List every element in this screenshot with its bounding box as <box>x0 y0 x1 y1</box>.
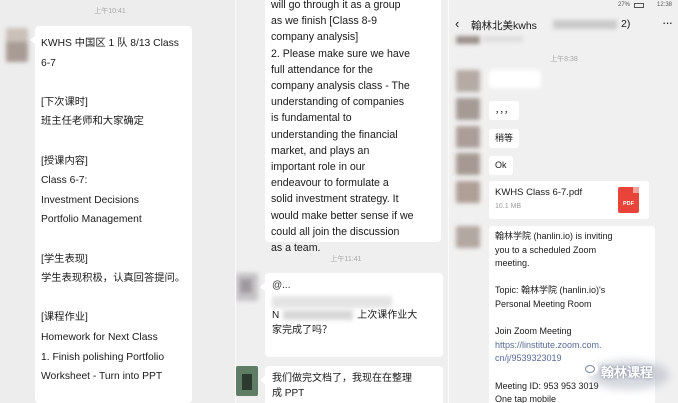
message-line: 家完成了吗？ <box>272 325 332 336</box>
blurred-text <box>483 36 523 42</box>
chat-title-bar: ‹ 翰林北美kwhs 2) ··· <box>449 12 678 36</box>
message-line: KWHS 中国区 1 队 8/13 Class <box>41 38 179 49</box>
message-bubble[interactable]: 我们做完文档了，我现在在整理成 PPT <box>260 366 443 403</box>
message-timestamp: 上午10:41 <box>94 8 126 15</box>
avatar[interactable] <box>456 70 480 92</box>
blurred-message <box>489 70 541 88</box>
avatar[interactable] <box>456 36 480 44</box>
avatar[interactable] <box>236 366 258 396</box>
member-count: 2) <box>621 18 631 30</box>
message-line: endeavour to formulate a <box>271 177 389 190</box>
message-line: Personal Meeting Room <box>495 298 592 309</box>
message-line: N 上次课作业大 <box>272 310 418 321</box>
message-line: full attendance for the <box>271 63 373 76</box>
message-line: 学生表现积极，认真回答提问。 <box>41 273 186 285</box>
mention-text[interactable]: @... <box>272 278 436 293</box>
message-line: [下次课时] <box>41 96 88 108</box>
message-line: Class 6-7: <box>41 175 88 187</box>
message-line: 1. Finish polishing Portfolio <box>41 351 165 363</box>
message-line: meeting. <box>495 258 530 269</box>
message-line: as we finish [Class 8-9 <box>271 15 377 28</box>
battery-icon <box>634 3 644 8</box>
avatar[interactable] <box>456 98 480 120</box>
message-line: [课程作业] <box>41 312 88 324</box>
message-line: market, and plays an <box>271 144 370 157</box>
wechat-icon <box>582 362 598 376</box>
file-name: KWHS Class 6-7.pdf <box>495 187 583 198</box>
avatar[interactable] <box>456 153 480 175</box>
message-line: you to a scheduled Zoom <box>495 244 597 255</box>
blurred-title <box>553 20 617 29</box>
message-line: important role in our <box>271 161 366 174</box>
message-line: Join Zoom Meeting <box>495 326 572 337</box>
message-bubble[interactable]: Ok <box>489 156 513 176</box>
message-line: is fundamental to <box>271 112 352 125</box>
message-line: Investment Decisions <box>41 194 139 206</box>
message-line: 班主任老师和大家确定 <box>41 116 144 128</box>
avatar[interactable] <box>6 28 28 62</box>
message-line: Topic: 翰林学院 (hanlin.io)'s <box>495 285 606 296</box>
message-line: would make better sense if we <box>271 209 414 222</box>
message-bubble[interactable]: ，，， <box>489 101 520 121</box>
message-line: understanding of companies <box>271 96 405 109</box>
status-time: 12:38 <box>656 2 672 8</box>
message-line: [学生表现] <box>41 253 88 265</box>
message-line: Worksheet - Turn into PPT <box>41 371 163 383</box>
avatar[interactable] <box>236 273 258 301</box>
message-line: 翰林学院 (hanlin.io) is inviting <box>495 231 613 241</box>
message-line: understanding the financial <box>271 128 398 141</box>
message-line: company analysis] <box>271 31 359 44</box>
zoom-link[interactable]: https://linstitute.zoom.com. <box>495 339 649 353</box>
message-line: 成 PPT <box>272 388 305 399</box>
back-arrow-icon[interactable]: ‹ <box>455 16 459 31</box>
message-line: Portfolio Management <box>41 214 142 226</box>
message-line: One tap mobile <box>495 394 557 403</box>
chat-title: 翰林北美kwhs <box>471 20 537 32</box>
pdf-icon: PDF <box>618 187 639 213</box>
message-bubble[interactable]: KWHS 中国区 1 队 8/13 Class 6-7 [下次课时] 班主任老师和大家… <box>30 26 192 403</box>
avatar[interactable] <box>456 226 480 248</box>
message-line: 我们做完文档了，我现在在整理 <box>272 373 412 384</box>
battery-percent: 27% <box>617 2 630 8</box>
message-line: will go through it as a group <box>271 0 401 11</box>
message-line: [授课内容] <box>41 155 88 167</box>
avatar[interactable] <box>456 126 480 148</box>
more-icon[interactable]: ··· <box>662 15 673 30</box>
message-timestamp: 上午11:41 <box>330 256 362 263</box>
chat-panel-middle: will go through it as a group as we finis… <box>236 0 449 403</box>
chat-panel-left: 上午10:41 KWHS 中国区 1 队 8/13 Class 6-7 [下次课时]… <box>0 0 236 403</box>
message-line: company analysis class - The <box>271 80 410 93</box>
message-line: solid investment strategy. It <box>271 193 399 206</box>
file-size: 10.1 MB <box>495 203 522 210</box>
chat-panel-right: 27% 12:38 ‹ 翰林北美kwhs 2) ··· 上午8:38 ，，， 稍… <box>449 0 678 403</box>
message-line: 6-7 <box>41 57 56 69</box>
file-attachment[interactable]: KWHS Class 6-7.pdf 10.1 MB PDF <box>489 181 649 219</box>
message-bubble[interactable]: will go through it as a group as we finis… <box>265 0 441 254</box>
blurred-text <box>272 296 392 308</box>
message-timestamp: 上午8:38 <box>550 56 578 63</box>
status-bar: 27% 12:38 <box>449 0 678 12</box>
message-line: could all join the discussion <box>271 225 400 238</box>
message-bubble[interactable]: @... N 上次课作业大 家完成了吗？ <box>260 273 443 357</box>
message-line: 2. Please make sure we have <box>271 47 410 60</box>
watermark: 翰林课程 <box>601 365 654 380</box>
avatar[interactable] <box>456 181 480 203</box>
message-bubble[interactable]: 稍等 <box>489 129 520 149</box>
message-line: Homework for Next Class <box>41 331 158 343</box>
